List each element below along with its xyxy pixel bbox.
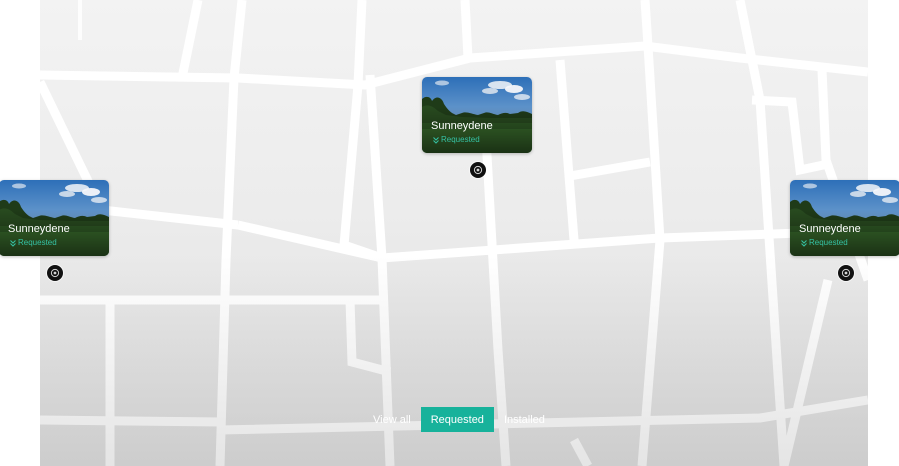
site-status-label: Requested	[441, 135, 480, 144]
location-pin-icon[interactable]	[470, 162, 486, 178]
chevron-double-down-icon	[10, 240, 16, 247]
location-pin-icon[interactable]	[47, 265, 63, 281]
site-status: Requested	[10, 238, 57, 248]
filter-view-all-button[interactable]: View all	[363, 407, 421, 432]
site-status: Requested	[433, 135, 480, 145]
location-pin-icon[interactable]	[838, 265, 854, 281]
site-status-label: Requested	[809, 238, 848, 247]
site-card[interactable]: Sunneydene Requested	[790, 180, 899, 256]
filter-installed-button[interactable]: Installed	[494, 407, 555, 432]
site-card[interactable]: Sunneydene Requested	[422, 77, 532, 153]
pin-glyph	[841, 268, 851, 278]
site-status: Requested	[801, 238, 848, 248]
filter-requested-button[interactable]: Requested	[420, 407, 494, 432]
site-name: Sunneydene	[799, 223, 861, 235]
pin-glyph	[473, 165, 483, 175]
chevron-double-down-icon	[433, 137, 439, 144]
site-card[interactable]: Sunneydene Requested	[0, 180, 109, 256]
site-name: Sunneydene	[431, 120, 493, 132]
map[interactable]	[40, 0, 868, 466]
pin-glyph	[50, 268, 60, 278]
site-name: Sunneydene	[8, 223, 70, 235]
filter-bar: View all Requested Installed	[363, 407, 555, 432]
map-screen: Sunneydene Requested Sunneydene Requeste…	[0, 0, 899, 466]
site-status-label: Requested	[18, 238, 57, 247]
chevron-double-down-icon	[801, 240, 807, 247]
map-roads	[40, 0, 868, 466]
